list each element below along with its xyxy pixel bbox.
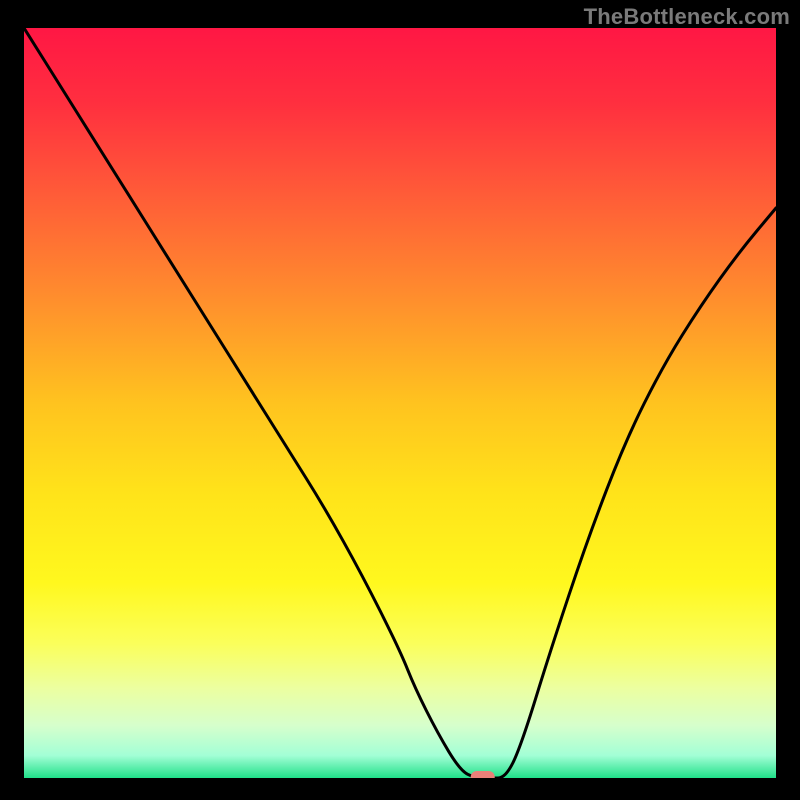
chart-svg	[24, 28, 776, 778]
optimal-marker	[471, 771, 495, 778]
chart-frame: TheBottleneck.com	[0, 0, 800, 800]
chart-background	[24, 28, 776, 778]
bottleneck-chart	[24, 28, 776, 778]
attribution-label: TheBottleneck.com	[584, 4, 790, 30]
